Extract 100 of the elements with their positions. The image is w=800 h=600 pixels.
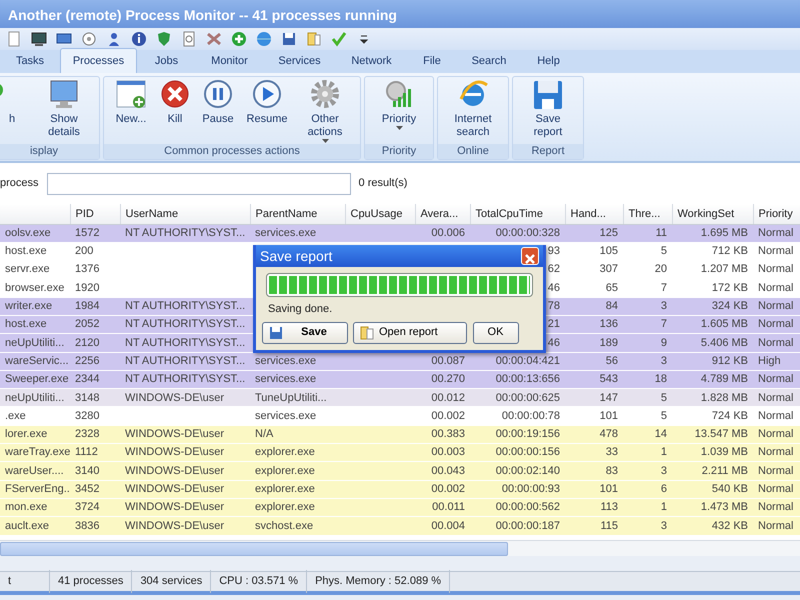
info-icon[interactable] [131, 31, 147, 47]
table-cell: WINDOWS-DE\user [125, 428, 224, 440]
ribbon-button[interactable]: Pause [196, 79, 240, 144]
table-cell: 2.211 MB [702, 464, 748, 477]
table-cell: 712 KB [712, 245, 748, 258]
table-cell: Normal [758, 245, 794, 258]
table-cell: 189 [600, 336, 618, 349]
table-cell: NT AUTHORITY\SYST... [125, 336, 246, 349]
ribbon-button[interactable]: h [0, 79, 31, 144]
column-header[interactable]: ParentName [250, 204, 345, 224]
document-icon[interactable] [6, 31, 22, 47]
table-cell: services.exe [255, 354, 316, 367]
table-cell: N/A [255, 428, 274, 440]
ribbon-button[interactable]: Show details [33, 79, 95, 144]
ribbon-button[interactable]: Save report [517, 79, 579, 144]
search-field[interactable] [46, 172, 351, 194]
table-cell: 00:00:19:156 [496, 428, 560, 440]
table-cell: 724 KB [712, 410, 748, 422]
ribbon-tab[interactable]: Jobs [137, 48, 196, 73]
table-cell: 00.043 [431, 464, 465, 477]
table-cell: 00.012 [431, 392, 465, 404]
ribbon-button[interactable]: Other actions [294, 79, 356, 144]
table-cell: 432 KB [712, 520, 748, 532]
dialog-button[interactable]: Save [262, 322, 348, 344]
table-cell: 00.002 [431, 483, 465, 496]
save-icon [532, 79, 564, 111]
table-cell: 00:00:00:187 [496, 520, 560, 532]
globe-icon[interactable] [256, 31, 272, 47]
table-cell: explorer.exe [255, 464, 315, 477]
computer-icon[interactable] [31, 31, 47, 47]
dialog-button[interactable]: OK [472, 322, 518, 344]
table-cell: 2344 [75, 373, 100, 386]
ribbon-button[interactable]: Internet search [442, 79, 504, 144]
column-header[interactable]: Avera... [415, 204, 470, 224]
ribbon-tab[interactable]: File [407, 48, 457, 73]
ribbon-tab[interactable]: Search [457, 48, 521, 73]
table-cell: 1 [660, 501, 667, 514]
checkmark-icon[interactable] [331, 31, 347, 47]
ribbon-tab[interactable]: Processes [60, 48, 137, 73]
ribbon-tab[interactable]: Tasks [0, 48, 60, 73]
table-cell: 3724 [75, 501, 100, 514]
table-cell: 9 [660, 336, 667, 349]
group-label: Priority [365, 144, 433, 159]
gear-icon [309, 79, 341, 111]
file-icon[interactable] [181, 31, 197, 47]
shield-icon[interactable] [156, 31, 172, 47]
window-title: Another (remote) Process Monitor -- 41 processes running [0, 0, 800, 28]
table-cell: services.exe [255, 226, 316, 239]
table-cell: NT AUTHORITY\SYST... [125, 373, 246, 386]
user-icon[interactable] [106, 31, 122, 47]
table-cell: Normal [758, 483, 794, 496]
ribbon-button[interactable]: Kill [156, 79, 194, 144]
table-cell: 00:00:04:421 [496, 354, 560, 367]
ribbon-tab[interactable]: Services [263, 48, 336, 73]
scrollbar-thumb[interactable] [0, 542, 508, 556]
table-cell: 136 [600, 318, 618, 330]
process-name: browser.exe [5, 282, 64, 294]
table-cell: 3836 [75, 520, 100, 532]
column-header[interactable]: Thre... [623, 204, 672, 224]
table-cell: 1920 [75, 282, 100, 294]
ribbon-tab[interactable]: Help [521, 48, 576, 73]
table-cell: 46 [548, 282, 560, 294]
table-cell: 56 [606, 354, 618, 367]
column-header[interactable]: WorkingSet [672, 204, 753, 224]
ribbon-tab[interactable]: Network [336, 48, 407, 73]
table-cell: 83 [606, 464, 618, 477]
column-header[interactable]: Priority [753, 204, 800, 224]
table-cell: 5 [660, 245, 667, 258]
table-cell: 324 KB [712, 300, 748, 312]
folder-icon[interactable] [306, 31, 322, 47]
column-header[interactable]: UserName [120, 204, 250, 224]
ribbon-button[interactable]: Resume [242, 79, 292, 144]
add-icon[interactable] [231, 31, 247, 47]
table-cell: Normal [758, 300, 794, 312]
save-icon[interactable] [281, 31, 297, 47]
search-label: process [0, 176, 39, 192]
table-cell: 1.605 MB [700, 318, 748, 330]
table-cell: High [758, 354, 781, 367]
table-cell: 00:00:00:93 [502, 483, 560, 496]
horizontal-scrollbar[interactable] [0, 540, 800, 556]
table-cell: 00.011 [432, 501, 465, 514]
dialog-button[interactable]: Open report [353, 322, 467, 344]
table-cell: NT AUTHORITY\SYST... [125, 300, 246, 312]
column-header[interactable]: PID [70, 204, 120, 224]
close-button[interactable] [521, 247, 539, 265]
target-icon[interactable] [81, 31, 97, 47]
column-header[interactable]: TotalCpuTime [470, 204, 565, 224]
column-header[interactable]: CpuUsage [345, 204, 415, 224]
group-label: Online [438, 144, 508, 159]
ribbon-button[interactable]: Priority [369, 79, 429, 144]
column-header[interactable]: Hand... [565, 204, 623, 224]
process-name: wareTray.exe [5, 446, 70, 458]
ribbon-button[interactable]: New... [108, 79, 154, 144]
table-cell: 1112 [75, 446, 98, 458]
table-cell: 18 [654, 373, 667, 386]
process-name: Sweeper.exe [5, 373, 69, 386]
table-cell: 00:00:00:78 [502, 410, 560, 422]
table-cell: 7 [660, 318, 667, 330]
ribbon-tab[interactable]: Monitor [196, 48, 263, 73]
play-icon [251, 79, 283, 111]
